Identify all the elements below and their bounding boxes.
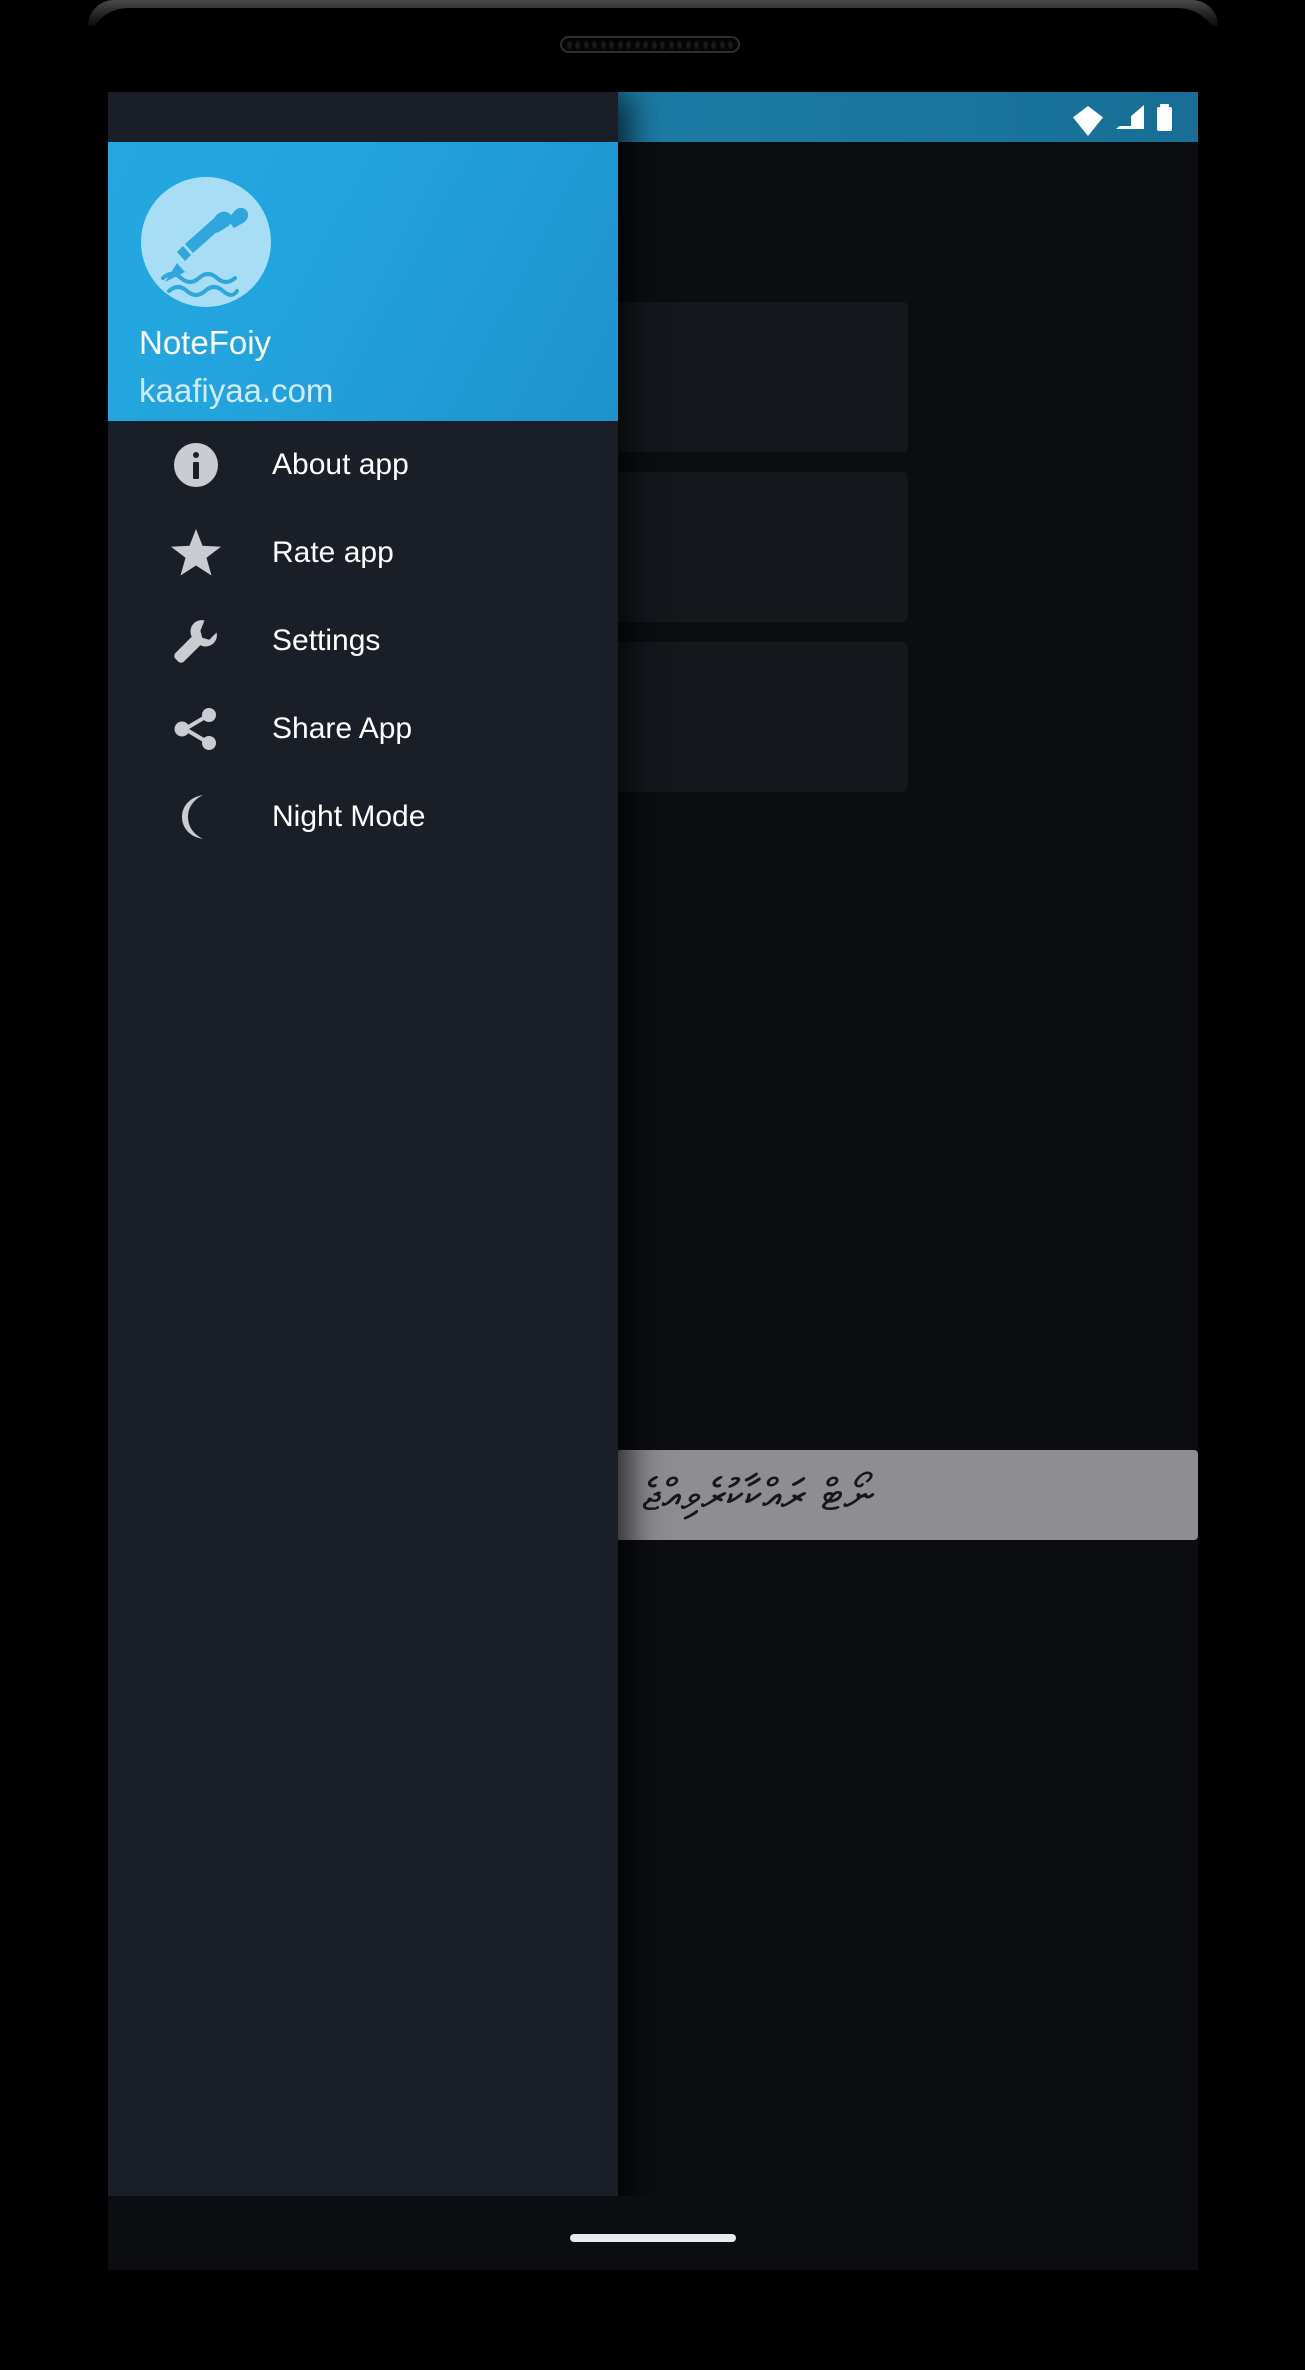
share-icon — [170, 703, 222, 755]
navigation-drawer: NoteFoiy kaafiyaa.com About app Rate app — [108, 92, 618, 2270]
system-navigation-bar — [108, 2196, 1198, 2270]
toast-text: ނޯޓް ރައްކާކުރެވިއްޖެ — [642, 1469, 874, 1521]
home-indicator[interactable] — [570, 2234, 736, 2242]
phone-screen: މަރުޙަބާ ދިވެހިބަހުން ލިޔުން ނޯޓް ނޯޓް ރ… — [108, 92, 1198, 2270]
wrench-icon — [170, 615, 222, 667]
drawer-item-night-mode[interactable]: Night Mode — [108, 773, 618, 861]
drawer-menu: About app Rate app Settings Share App Ni… — [108, 421, 618, 861]
drawer-item-rate-app[interactable]: Rate app — [108, 509, 618, 597]
drawer-item-about-app[interactable]: About app — [108, 421, 618, 509]
drawer-item-label: About app — [272, 448, 409, 481]
drawer-header: NoteFoiy kaafiyaa.com — [108, 142, 618, 421]
moon-icon — [170, 791, 222, 843]
star-icon — [170, 527, 222, 579]
phone-frame: މަރުޙަބާ ދިވެހިބަހުން ލިޔުން ނޯޓް ނޯޓް ރ… — [0, 0, 1305, 2370]
drawer-item-label: Share App — [272, 712, 413, 745]
app-logo-icon — [141, 177, 271, 307]
speaker-grille-icon — [560, 36, 740, 53]
drawer-item-share-app[interactable]: Share App — [108, 685, 618, 773]
cell-signal-icon — [1116, 105, 1144, 129]
toast-message: ނޯޓް ރައްކާކުރެވިއްޖެ — [616, 1450, 1198, 1540]
drawer-item-settings[interactable]: Settings — [108, 597, 618, 685]
drawer-app-url: kaafiyaa.com — [139, 372, 334, 409]
info-icon — [170, 439, 222, 491]
battery-icon — [1157, 103, 1172, 131]
drawer-app-name: NoteFoiy — [139, 324, 272, 361]
wifi-icon — [1073, 106, 1103, 128]
drawer-item-label: Rate app — [272, 536, 394, 569]
drawer-item-label: Night Mode — [272, 800, 426, 833]
drawer-item-label: Settings — [272, 624, 381, 657]
status-bar-right — [1073, 103, 1172, 131]
